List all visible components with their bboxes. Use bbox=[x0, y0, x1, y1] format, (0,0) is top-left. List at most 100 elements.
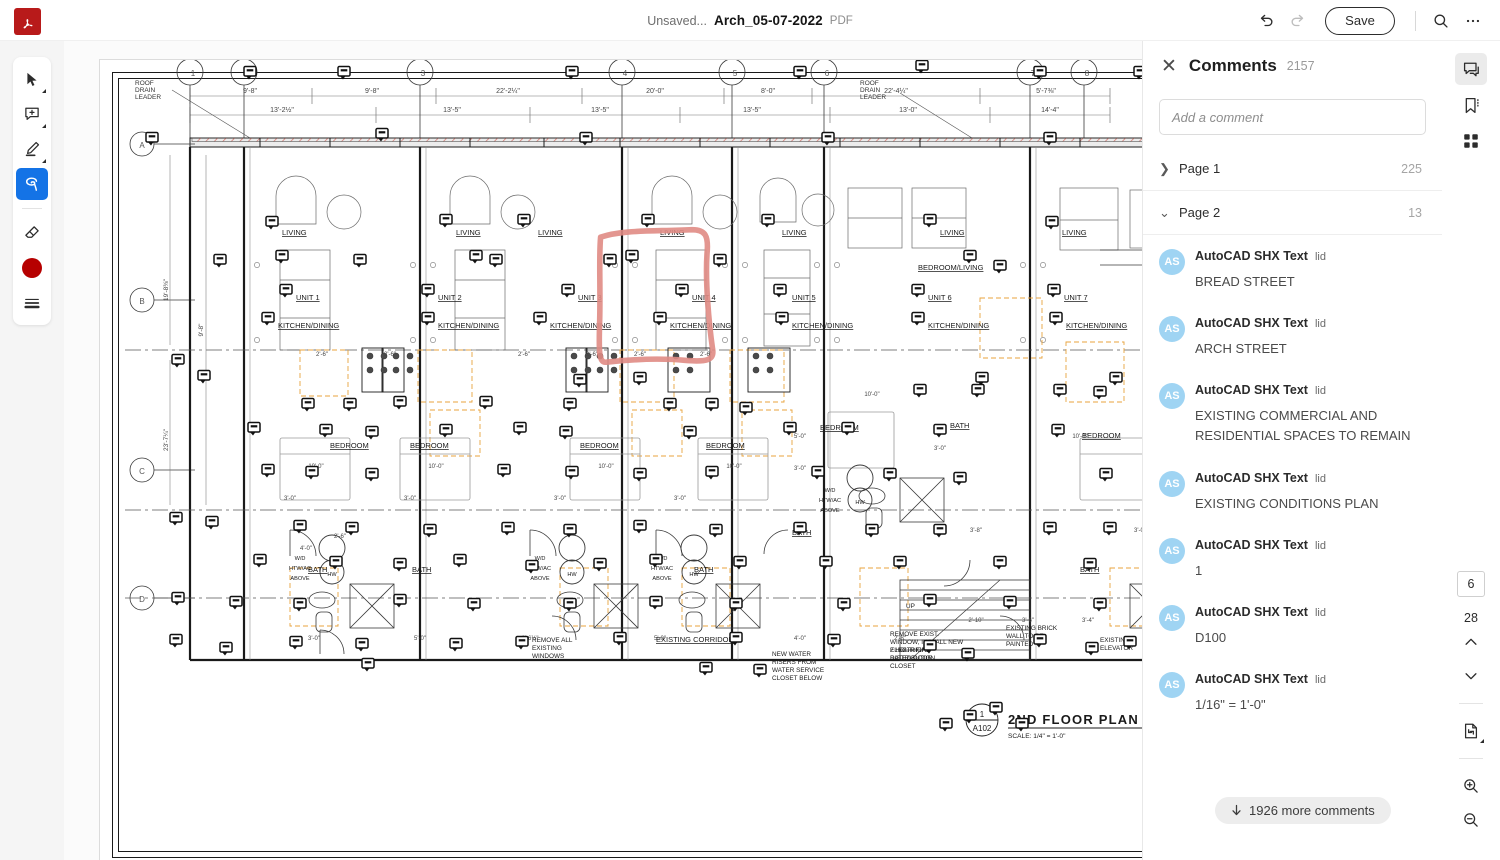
svg-text:13'-2½": 13'-2½" bbox=[270, 106, 294, 114]
page-navigation: 6 28 bbox=[1442, 571, 1500, 837]
svg-text:EXISTING BRICK: EXISTING BRICK bbox=[1006, 625, 1058, 632]
save-button[interactable]: Save bbox=[1325, 6, 1395, 35]
svg-text:W/D: W/D bbox=[295, 556, 306, 562]
undo-icon[interactable] bbox=[1251, 6, 1281, 36]
tool-menu-caret-icon bbox=[42, 89, 46, 93]
svg-text:5'-7⅜": 5'-7⅜" bbox=[1036, 88, 1056, 95]
svg-text:BEDROOM: BEDROOM bbox=[706, 441, 745, 450]
svg-text:1: 1 bbox=[980, 710, 985, 719]
svg-text:A: A bbox=[139, 141, 145, 150]
svg-text:LIVING: LIVING bbox=[660, 228, 685, 237]
comment-text: D100 bbox=[1195, 629, 1227, 645]
eraser-tool[interactable] bbox=[16, 217, 48, 249]
tool-menu-caret-icon bbox=[42, 124, 46, 128]
svg-text:LEADER: LEADER bbox=[135, 94, 161, 101]
next-page-button[interactable] bbox=[1454, 659, 1488, 693]
comment-item[interactable]: AS AutoCAD SHX Text lid EXISTING COMMERC… bbox=[1143, 369, 1442, 456]
comments-panel-toggle[interactable] bbox=[1455, 53, 1487, 85]
svg-text:10'-0": 10'-0" bbox=[428, 464, 443, 470]
svg-text:13'-5": 13'-5" bbox=[591, 107, 609, 114]
comment-author: AutoCAD SHX Text bbox=[1195, 249, 1308, 263]
color-circle-icon bbox=[22, 258, 42, 278]
svg-text:2'-10": 2'-10" bbox=[968, 618, 983, 624]
pdf-page[interactable]: 9'-8" 9'-8" 22'-2¼" 20'-0" 8'-0" 22'-4¼" 5'… bbox=[99, 59, 1142, 860]
fit-page-button[interactable] bbox=[1454, 714, 1488, 748]
svg-text:CLOSET BELOW: CLOSET BELOW bbox=[772, 675, 823, 682]
avatar: AS bbox=[1159, 671, 1185, 698]
svg-text:23'-7¼": 23'-7¼" bbox=[163, 428, 170, 451]
avatar: AS bbox=[1159, 249, 1185, 275]
svg-text:3'-0": 3'-0" bbox=[674, 496, 686, 502]
comment-author: AutoCAD SHX Text bbox=[1195, 671, 1308, 686]
svg-text:10'-0": 10'-0" bbox=[726, 464, 741, 470]
comment-group-label: Page 2 bbox=[1179, 205, 1221, 220]
svg-text:HTW/AC: HTW/AC bbox=[819, 498, 841, 504]
svg-text:W/D: W/D bbox=[825, 488, 836, 494]
comment-author: AutoCAD SHX Text bbox=[1195, 537, 1308, 552]
svg-text:3'-0": 3'-0" bbox=[1134, 528, 1142, 534]
comment-item[interactable]: AS AutoCAD SHX Text lid ARCH STREET bbox=[1143, 302, 1442, 369]
pdf-document-area[interactable]: 9'-8" 9'-8" 22'-2¼" 20'-0" 8'-0" 22'-4¼" 5'… bbox=[64, 41, 1142, 860]
svg-text:D: D bbox=[139, 595, 145, 604]
svg-text:UNIT 6: UNIT 6 bbox=[928, 293, 952, 302]
svg-text:2'-6": 2'-6" bbox=[316, 352, 328, 358]
comment-item[interactable]: AS AutoCAD SHX Text lid BREAD STREET bbox=[1143, 235, 1442, 302]
zoom-in-icon bbox=[1464, 779, 1478, 793]
comment-item[interactable]: AS AutoCAD SHX Text lid 1 bbox=[1143, 524, 1442, 591]
more-options-icon[interactable] bbox=[1458, 6, 1488, 36]
svg-text:10'-0": 10'-0" bbox=[598, 464, 613, 470]
comment-group-count: 225 bbox=[1401, 161, 1422, 176]
svg-text:B: B bbox=[139, 297, 144, 306]
svg-text:KITCHEN/DINING: KITCHEN/DINING bbox=[928, 321, 989, 330]
comment-item[interactable]: AS AutoCAD SHX Text lid 1/16" = 1'-0" bbox=[1143, 658, 1442, 725]
comment-tag: lid bbox=[1314, 385, 1326, 398]
previous-page-button[interactable] bbox=[1454, 625, 1488, 659]
draw-tool[interactable] bbox=[16, 133, 48, 165]
comment-item[interactable]: AS AutoCAD SHX Text lid EXISTING CONDITI… bbox=[1143, 457, 1442, 524]
annotation-tool-group bbox=[13, 57, 51, 325]
svg-text:3'-0": 3'-0" bbox=[794, 466, 806, 472]
comment-text: EXISTING CONDITIONS PLAN bbox=[1195, 495, 1379, 511]
search-icon[interactable] bbox=[1426, 6, 1456, 36]
svg-text:9'-8": 9'-8" bbox=[365, 88, 379, 95]
bookmarks-panel-toggle[interactable] bbox=[1455, 89, 1487, 121]
svg-text:HW: HW bbox=[855, 500, 865, 506]
thumbnails-panel-toggle[interactable] bbox=[1455, 125, 1487, 157]
load-more-label: 1926 more comments bbox=[1249, 803, 1375, 818]
add-comment-input[interactable]: Add a comment bbox=[1159, 99, 1426, 135]
zoom-in-button[interactable] bbox=[1454, 769, 1488, 803]
add-comment-tool[interactable] bbox=[16, 98, 48, 130]
svg-text:UNIT 3: UNIT 3 bbox=[578, 293, 602, 302]
comment-group-page-1[interactable]: ❯ Page 1 225 bbox=[1143, 147, 1442, 191]
thickness-tool[interactable] bbox=[16, 287, 48, 319]
svg-text:DRAIN: DRAIN bbox=[860, 87, 881, 94]
svg-text:PAINTED: PAINTED bbox=[1006, 641, 1034, 648]
svg-text:4: 4 bbox=[623, 69, 628, 78]
comments-title: Comments bbox=[1188, 56, 1277, 75]
svg-text:2'-6": 2'-6" bbox=[634, 352, 646, 358]
svg-text:LIVING: LIVING bbox=[538, 228, 563, 237]
svg-text:LIVING: LIVING bbox=[940, 228, 965, 237]
comment-item[interactable]: AS AutoCAD SHX Text lid D100 bbox=[1143, 591, 1442, 658]
comment-group-page-2[interactable]: ⌄ Page 2 13 bbox=[1143, 191, 1442, 235]
color-swatch[interactable] bbox=[16, 252, 48, 284]
close-icon[interactable]: ✕ bbox=[1161, 57, 1177, 76]
total-pages-label: 28 bbox=[1464, 611, 1478, 625]
svg-text:KITCHEN/DINING: KITCHEN/DINING bbox=[438, 321, 499, 330]
comment-list: AS AutoCAD SHX Text lid BREAD STREET AS … bbox=[1143, 235, 1442, 725]
lasso-tool[interactable] bbox=[16, 168, 48, 200]
svg-text:5'-0": 5'-0" bbox=[794, 434, 806, 440]
svg-text:BEDROOM: BEDROOM bbox=[580, 441, 619, 450]
svg-text:LEADER: LEADER bbox=[860, 94, 886, 101]
zoom-out-button[interactable] bbox=[1454, 803, 1488, 837]
grid-thumbnails-icon bbox=[1464, 134, 1478, 148]
load-more-comments-button[interactable]: 1926 more comments bbox=[1215, 797, 1391, 824]
redo-icon[interactable] bbox=[1283, 6, 1313, 36]
add-comment-placeholder: Add a comment bbox=[1172, 109, 1264, 125]
svg-text:BEDROOM/LIVING: BEDROOM/LIVING bbox=[918, 263, 984, 272]
bookmark-icon bbox=[1465, 97, 1479, 113]
current-page-field[interactable]: 6 bbox=[1457, 571, 1485, 597]
select-tool[interactable] bbox=[16, 63, 48, 95]
toolbar-divider bbox=[22, 208, 42, 209]
comment-author: AutoCAD SHX Text bbox=[1195, 470, 1308, 485]
